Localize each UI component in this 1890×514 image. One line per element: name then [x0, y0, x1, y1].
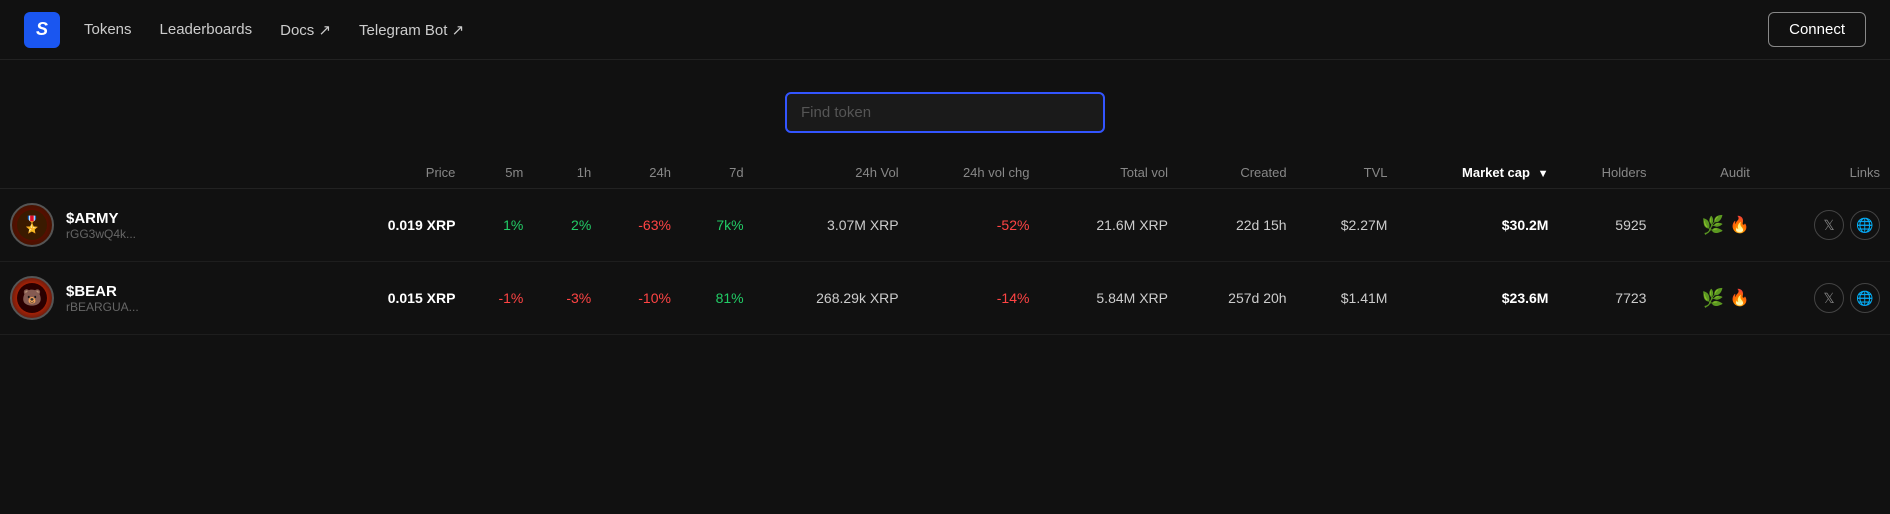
token-avatar-2: 🐻: [10, 276, 54, 320]
token-audit-2: 🌿 🔥: [1656, 262, 1759, 335]
nav-docs[interactable]: Docs ↗: [280, 21, 331, 39]
nav: Tokens Leaderboards Docs ↗ Telegram Bot …: [84, 21, 1768, 39]
logo-symbol: S: [36, 19, 48, 40]
token-cell-1: 🎖️ $ARMY rGG3wQ4k...: [0, 189, 333, 262]
leaf-icon-1: 🌿: [1701, 215, 1723, 236]
token-tvl-1: $2.27M: [1297, 189, 1398, 262]
token-holders-1: 5925: [1558, 189, 1656, 262]
col-vol-24h: 24h Vol: [754, 157, 909, 189]
leaf-icon-2: 🌿: [1701, 288, 1723, 309]
token-marketcap-2: $23.6M: [1397, 262, 1558, 335]
token-vol24h-1: 3.07M XRP: [754, 189, 909, 262]
token-table: Price 5m 1h 24h 7d 24h Vol 24h vol chg T…: [0, 157, 1890, 335]
connect-button[interactable]: Connect: [1768, 12, 1866, 47]
token-name-1: $ARMY: [66, 210, 136, 227]
token-links-1: 𝕏 🌐: [1760, 189, 1890, 262]
search-input[interactable]: [785, 92, 1105, 133]
token-created-2: 257d 20h: [1178, 262, 1297, 335]
col-5m: 5m: [465, 157, 533, 189]
token-24h-1: -63%: [601, 189, 681, 262]
col-links: Links: [1760, 157, 1890, 189]
web-link-1[interactable]: 🌐: [1850, 210, 1880, 240]
twitter-link-1[interactable]: 𝕏: [1814, 210, 1844, 240]
token-totalvol-1: 21.6M XRP: [1039, 189, 1178, 262]
col-holders: Holders: [1558, 157, 1656, 189]
token-vol24h-2: 268.29k XRP: [754, 262, 909, 335]
header: S Tokens Leaderboards Docs ↗ Telegram Bo…: [0, 0, 1890, 60]
table-row[interactable]: 🎖️ $ARMY rGG3wQ4k... 0.019 XRP 1% 2% -63…: [0, 189, 1890, 262]
flame-icon-1: 🔥: [1730, 215, 1750, 235]
web-link-2[interactable]: 🌐: [1850, 283, 1880, 313]
table-row[interactable]: 🐻 $BEAR rBEARGUA... 0.015 XRP -1% -3% -1…: [0, 262, 1890, 335]
token-created-1: 22d 15h: [1178, 189, 1297, 262]
token-marketcap-1: $30.2M: [1397, 189, 1558, 262]
token-price-2: 0.015 XRP: [333, 262, 466, 335]
token-audit-1: 🌿 🔥: [1656, 189, 1759, 262]
token-tvl-2: $1.41M: [1297, 262, 1398, 335]
token-7d-2: 81%: [681, 262, 754, 335]
token-5m-2: -1%: [465, 262, 533, 335]
nav-tokens[interactable]: Tokens: [84, 21, 132, 38]
token-5m-1: 1%: [465, 189, 533, 262]
token-1h-1: 2%: [533, 189, 601, 262]
col-total-vol: Total vol: [1039, 157, 1178, 189]
logo[interactable]: S: [24, 12, 60, 48]
token-price-1: 0.019 XRP: [333, 189, 466, 262]
col-token: [0, 157, 333, 189]
token-totalvol-2: 5.84M XRP: [1039, 262, 1178, 335]
token-table-wrap: Price 5m 1h 24h 7d 24h Vol 24h vol chg T…: [0, 157, 1890, 355]
token-holders-2: 7723: [1558, 262, 1656, 335]
nav-leaderboards[interactable]: Leaderboards: [160, 21, 253, 38]
token-address-1: rGG3wQ4k...: [66, 227, 136, 241]
token-address-2: rBEARGUA...: [66, 300, 139, 314]
col-audit: Audit: [1656, 157, 1759, 189]
col-created: Created: [1178, 157, 1297, 189]
token-links-2: 𝕏 🌐: [1760, 262, 1890, 335]
col-price: Price: [333, 157, 466, 189]
col-24h: 24h: [601, 157, 681, 189]
token-24h-2: -10%: [601, 262, 681, 335]
sort-arrow-icon: ▼: [1538, 168, 1549, 180]
twitter-link-2[interactable]: 𝕏: [1814, 283, 1844, 313]
svg-text:🎖️: 🎖️: [22, 215, 42, 234]
token-volchg-2: -14%: [909, 262, 1040, 335]
svg-text:🐻: 🐻: [22, 288, 42, 307]
token-volchg-1: -52%: [909, 189, 1040, 262]
token-cell-2: 🐻 $BEAR rBEARGUA...: [0, 262, 333, 335]
col-1h: 1h: [533, 157, 601, 189]
nav-telegram[interactable]: Telegram Bot ↗: [359, 21, 464, 39]
col-7d: 7d: [681, 157, 754, 189]
col-market-cap[interactable]: Market cap ▼: [1397, 157, 1558, 189]
token-1h-2: -3%: [533, 262, 601, 335]
token-7d-1: 7k%: [681, 189, 754, 262]
token-name-2: $BEAR: [66, 283, 139, 300]
col-vol-chg: 24h vol chg: [909, 157, 1040, 189]
search-section: [0, 60, 1890, 157]
token-avatar-1: 🎖️: [10, 203, 54, 247]
col-tvl: TVL: [1297, 157, 1398, 189]
flame-icon-2: 🔥: [1730, 288, 1750, 308]
